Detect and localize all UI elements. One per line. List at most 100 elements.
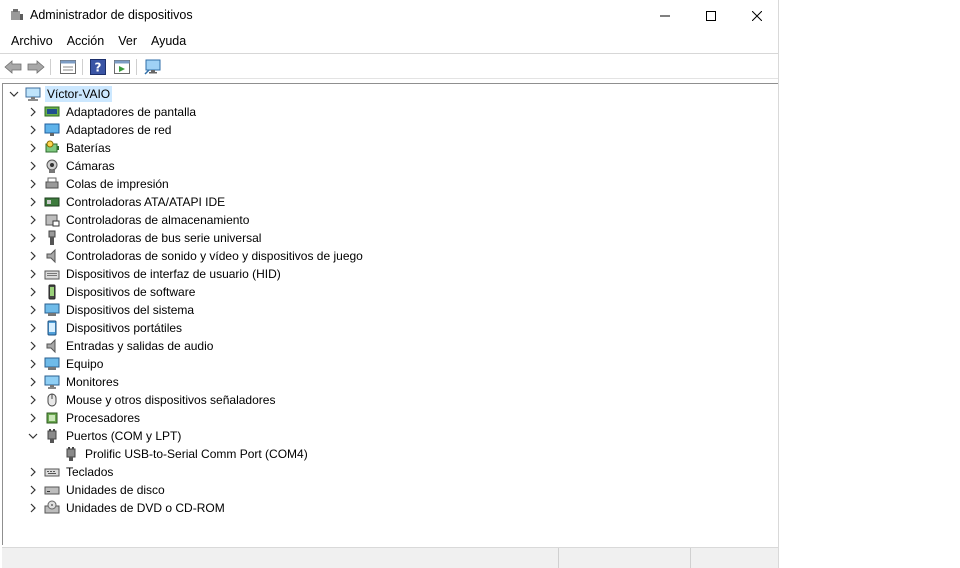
tree-item-label[interactable]: Adaptadores de pantalla: [64, 104, 198, 120]
chevron-down-icon[interactable]: [8, 85, 20, 103]
chevron-right-icon[interactable]: [27, 157, 39, 175]
menu-ayuda[interactable]: Ayuda: [144, 31, 193, 52]
device-manager-icon: [11, 9, 23, 20]
tree-item-label[interactable]: Unidades de disco: [64, 482, 167, 498]
tree-item-label[interactable]: Dispositivos de interfaz de usuario (HID…: [64, 266, 283, 282]
tree-item-label[interactable]: Dispositivos portátiles: [64, 320, 184, 336]
tree-item-label[interactable]: Entradas y salidas de audio: [64, 338, 215, 354]
tree-item-label[interactable]: Adaptadores de red: [64, 122, 173, 138]
device-tree[interactable]: Víctor-VAIO Adaptadores de pantalla Adapt…: [2, 83, 778, 545]
hid-icon: [44, 270, 60, 280]
update-driver-button[interactable]: [112, 57, 132, 76]
properties-button[interactable]: [58, 57, 78, 76]
tree-item[interactable]: Controladoras de sonido y vídeo y dispos…: [27, 247, 365, 265]
tree-item[interactable]: Controladoras de almacenamiento: [27, 211, 251, 229]
tree-item[interactable]: Mouse y otros dispositivos señaladores: [27, 391, 277, 409]
chevron-right-icon[interactable]: [27, 193, 39, 211]
tree-item-label[interactable]: Controladoras ATA/ATAPI IDE: [64, 194, 227, 210]
tree-item-label[interactable]: Unidades de DVD o CD-ROM: [64, 500, 227, 516]
tree-item-label[interactable]: Equipo: [64, 356, 105, 372]
window-title: Administrador de dispositivos: [30, 8, 193, 22]
tree-child-item[interactable]: Prolific USB-to-Serial Comm Port (COM4): [63, 445, 310, 463]
tree-item[interactable]: Monitores: [27, 373, 121, 391]
tree-item-label[interactable]: Cámaras: [64, 158, 117, 174]
chevron-right-icon[interactable]: [27, 319, 39, 337]
properties-icon: [60, 59, 76, 74]
chevron-right-icon[interactable]: [27, 103, 39, 121]
tree-item[interactable]: Puertos (COM y LPT): [27, 427, 183, 445]
tree-item-label[interactable]: Dispositivos de software: [64, 284, 197, 300]
title-bar[interactable]: Administrador de dispositivos: [0, 0, 778, 31]
chevron-right-icon[interactable]: [27, 121, 39, 139]
tree-item-label[interactable]: Controladoras de sonido y vídeo y dispos…: [64, 248, 365, 264]
chevron-right-icon[interactable]: [27, 391, 39, 409]
tree-item-label[interactable]: Puertos (COM y LPT): [64, 428, 183, 444]
port-icon: [66, 447, 76, 461]
scan-hardware-button[interactable]: [143, 57, 163, 76]
minimize-button[interactable]: [642, 0, 688, 31]
menu-ver[interactable]: Ver: [111, 31, 144, 52]
tree-root[interactable]: Víctor-VAIO: [8, 85, 113, 103]
chevron-right-icon[interactable]: [27, 211, 39, 229]
chevron-right-icon[interactable]: [27, 499, 39, 517]
chevron-right-icon[interactable]: [27, 247, 39, 265]
help-icon: ?: [90, 58, 106, 75]
chevron-right-icon[interactable]: [27, 175, 39, 193]
chevron-right-icon[interactable]: [27, 139, 39, 157]
portable-device-icon: [47, 320, 57, 336]
tree-item[interactable]: Baterías: [27, 139, 113, 157]
help-button[interactable]: ?: [88, 57, 108, 76]
chevron-right-icon[interactable]: [27, 463, 39, 481]
tree-item-label[interactable]: Mouse y otros dispositivos señaladores: [64, 392, 277, 408]
chevron-right-icon[interactable]: [27, 409, 39, 427]
chevron-right-icon[interactable]: [27, 337, 39, 355]
back-button[interactable]: [3, 57, 23, 76]
chevron-right-icon[interactable]: [27, 355, 39, 373]
mouse-icon: [47, 393, 57, 407]
tree-item[interactable]: Dispositivos de software: [27, 283, 197, 301]
chevron-right-icon[interactable]: [27, 373, 39, 391]
tree-item-label[interactable]: Dispositivos del sistema: [64, 302, 196, 318]
toolbar-separator: [82, 59, 83, 75]
tree-item[interactable]: Controladoras ATA/ATAPI IDE: [27, 193, 227, 211]
tree-item[interactable]: Procesadores: [27, 409, 142, 427]
tree-item[interactable]: Dispositivos de interfaz de usuario (HID…: [27, 265, 283, 283]
tree-item-label[interactable]: Colas de impresión: [64, 176, 171, 192]
close-button[interactable]: [734, 0, 778, 31]
tree-item[interactable]: Adaptadores de red: [27, 121, 173, 139]
tree-item[interactable]: Controladoras de bus serie universal: [27, 229, 263, 247]
tree-child-label[interactable]: Prolific USB-to-Serial Comm Port (COM4): [83, 446, 310, 462]
tree-item[interactable]: Equipo: [27, 355, 105, 373]
tree-item[interactable]: Dispositivos portátiles: [27, 319, 184, 337]
tree-item[interactable]: Unidades de disco: [27, 481, 167, 499]
tree-item-label[interactable]: Teclados: [64, 464, 115, 480]
tree-item-label[interactable]: Monitores: [64, 374, 121, 390]
chevron-right-icon[interactable]: [27, 301, 39, 319]
tree-item-label[interactable]: Controladoras de bus serie universal: [64, 230, 263, 246]
tree-item[interactable]: Unidades de DVD o CD-ROM: [27, 499, 227, 517]
printer-icon: [45, 177, 59, 189]
forward-button[interactable]: [26, 57, 46, 76]
tree-item[interactable]: Colas de impresión: [27, 175, 171, 193]
tree-item[interactable]: Dispositivos del sistema: [27, 301, 196, 319]
tree-item-label[interactable]: Procesadores: [64, 410, 142, 426]
chevron-right-icon[interactable]: [27, 229, 39, 247]
menu-archivo[interactable]: Archivo: [4, 31, 60, 52]
chevron-right-icon[interactable]: [27, 481, 39, 499]
tree-item[interactable]: Teclados: [27, 463, 115, 481]
monitor-icon: [44, 375, 60, 389]
chevron-right-icon[interactable]: [27, 265, 39, 283]
tree-item-label[interactable]: Baterías: [64, 140, 113, 156]
chevron-down-icon[interactable]: [27, 427, 39, 445]
tree-item[interactable]: Adaptadores de pantalla: [27, 103, 198, 121]
menu-accion[interactable]: Acción: [60, 31, 112, 52]
root-label[interactable]: Víctor-VAIO: [45, 86, 113, 102]
update-driver-icon: [114, 59, 130, 74]
chevron-right-icon[interactable]: [27, 283, 39, 301]
maximize-button[interactable]: [688, 0, 734, 31]
toolbar: ?: [0, 53, 778, 79]
software-device-icon: [48, 284, 56, 300]
tree-item[interactable]: Cámaras: [27, 157, 117, 175]
tree-item[interactable]: Entradas y salidas de audio: [27, 337, 215, 355]
tree-item-label[interactable]: Controladoras de almacenamiento: [64, 212, 251, 228]
